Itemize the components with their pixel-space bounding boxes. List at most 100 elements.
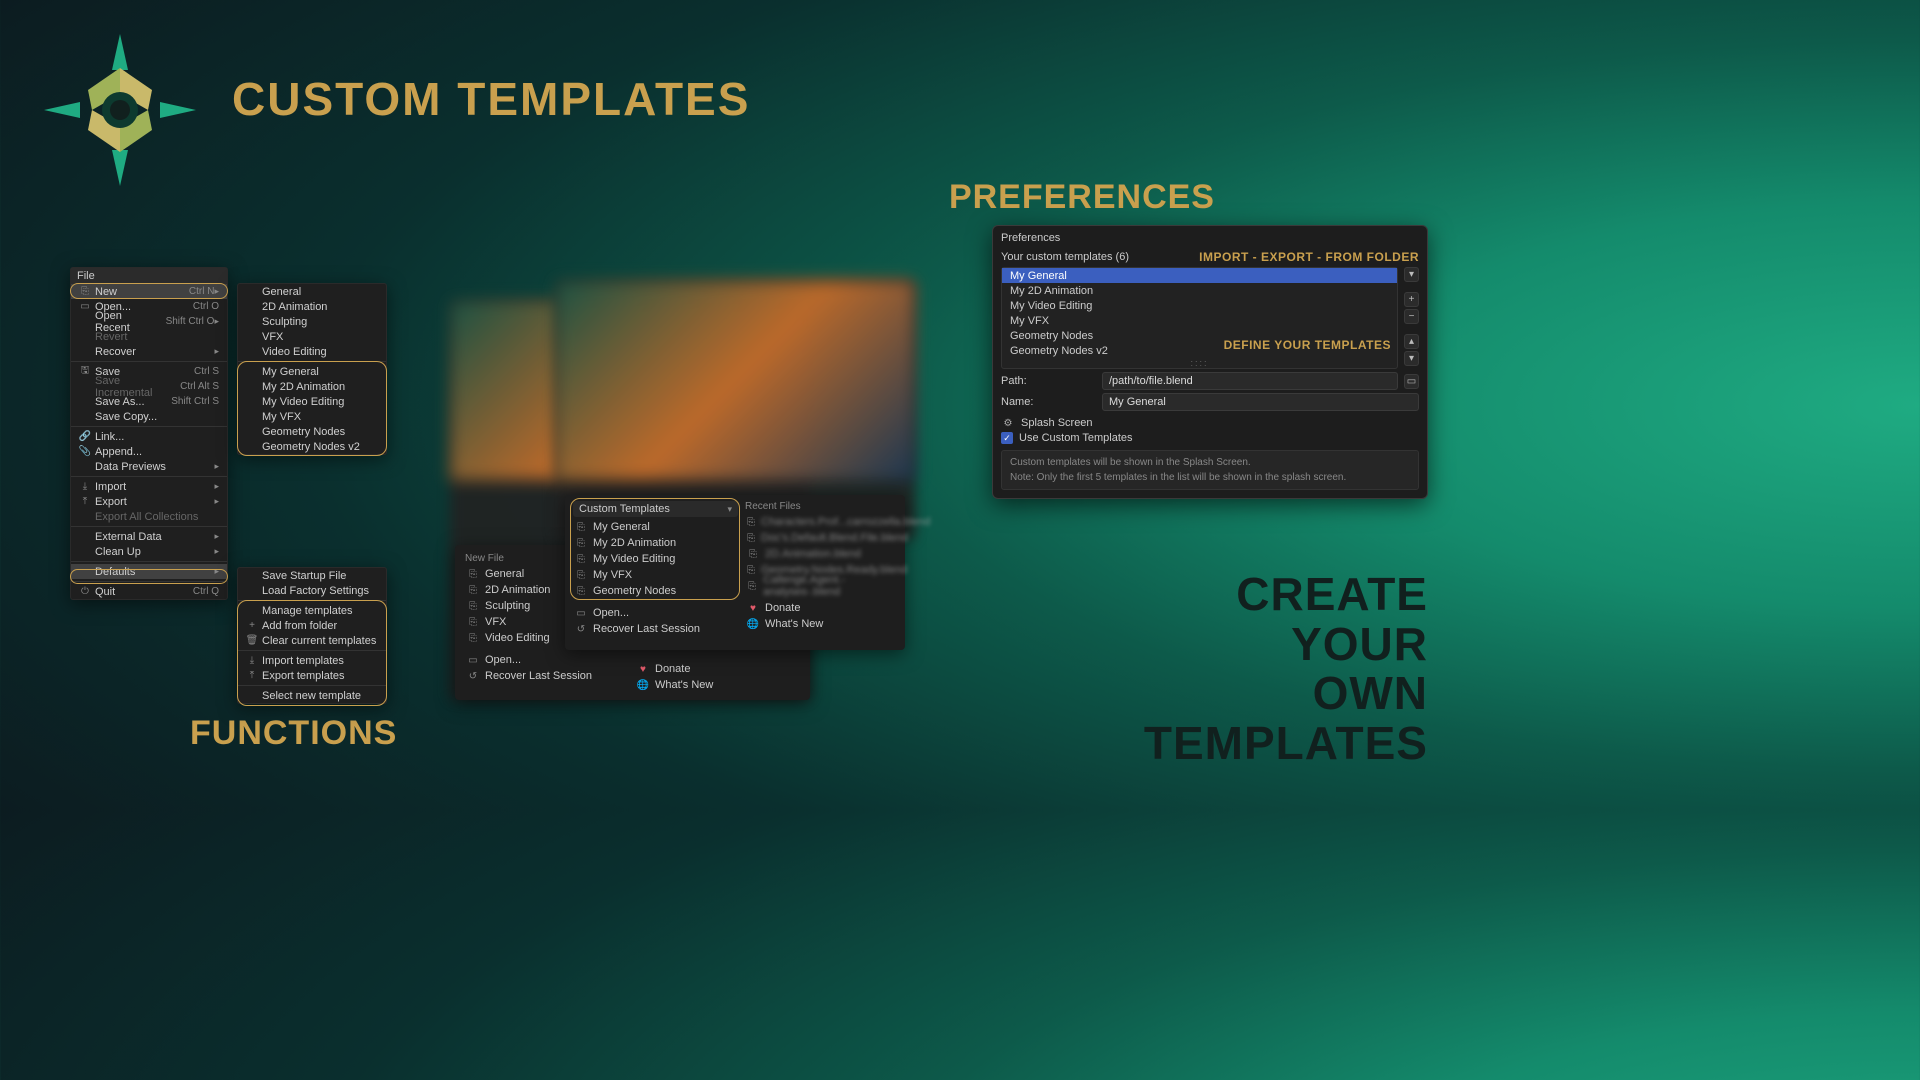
prefs-note: Custom templates will be shown in the Sp…	[1001, 450, 1419, 490]
template-row[interactable]: My Video Editing	[1002, 298, 1397, 313]
menu-item-new[interactable]: ⎘NewCtrl N▸	[71, 284, 227, 299]
add-template-button[interactable]: +	[1404, 292, 1419, 307]
splash2-recover[interactable]: ↺Recover Last Session	[573, 621, 738, 637]
defaults-clear-current-templates[interactable]: 🗑Clear current templates	[238, 633, 386, 648]
new-submenu[interactable]: General2D AnimationSculptingVFXVideo Edi…	[237, 283, 387, 455]
file-icon: ⎘	[467, 601, 479, 612]
file-icon: ⎘	[747, 549, 759, 560]
splash-donate[interactable]: ♥Donate	[635, 661, 800, 677]
new-general[interactable]: General	[238, 284, 386, 299]
new-video-editing[interactable]: Video Editing	[238, 344, 386, 359]
recent-file[interactable]: ⎘Callenge.Agent.-analyses-.blend	[745, 578, 900, 594]
name-field[interactable]: My General	[1102, 393, 1419, 411]
splash-custom-my-video-editing[interactable]: ⎘My Video Editing	[573, 551, 738, 567]
file-icon: ⎘	[467, 585, 479, 596]
splash-custom-my-2d-animation[interactable]: ⎘My 2D Animation	[573, 535, 738, 551]
remove-template-button[interactable]: −	[1404, 309, 1419, 324]
file-icon: ⎘	[747, 533, 755, 544]
new-my-general[interactable]: My General	[238, 364, 386, 379]
menu-item-revert[interactable]: Revert	[71, 329, 227, 344]
menu-item-external-data[interactable]: External Data▸	[71, 529, 227, 544]
menu-item-quit[interactable]: ⏻QuitCtrl Q	[71, 584, 227, 599]
new-my-video-editing[interactable]: My Video Editing	[238, 394, 386, 409]
menu-item-save-copy-[interactable]: Save Copy...	[71, 409, 227, 424]
templates-list[interactable]: My GeneralMy 2D AnimationMy Video Editin…	[1001, 267, 1398, 369]
gear-icon: ⚙	[1001, 418, 1015, 429]
preferences-heading: PREFERENCES	[949, 178, 1215, 217]
path-label: Path:	[1001, 375, 1096, 387]
file-menu[interactable]: File ⎘NewCtrl N▸▭Open...Ctrl OOpen Recen…	[70, 267, 228, 600]
defaults-add-from-folder[interactable]: +Add from folder	[238, 618, 386, 633]
template-row[interactable]: My General	[1002, 268, 1397, 283]
browse-path-button[interactable]: ▭	[1404, 374, 1419, 389]
folder-icon: ▭	[575, 608, 587, 619]
menu-item-clean-up[interactable]: Clean Up▸	[71, 544, 227, 559]
defaults-import-templates[interactable]: ⤓Import templates	[238, 653, 386, 668]
new-sculpting[interactable]: Sculpting	[238, 314, 386, 329]
file-icon: ⎘	[575, 522, 587, 533]
recent-file[interactable]: ⎘Doc's.Default.Blend.File.blend	[745, 530, 900, 546]
use-custom-templates-label: Use Custom Templates	[1019, 432, 1133, 444]
file-icon: ⎘	[467, 569, 479, 580]
menu-item-link-[interactable]: 🔗Link...	[71, 429, 227, 444]
name-label: Name:	[1001, 396, 1096, 408]
template-row[interactable]: My VFX	[1002, 313, 1397, 328]
template-row[interactable]: My 2D Animation	[1002, 283, 1397, 298]
defaults-save-startup-file[interactable]: Save Startup File	[238, 568, 386, 583]
defaults-export-templates[interactable]: ⤒Export templates	[238, 668, 386, 683]
new-geometry-nodes[interactable]: Geometry Nodes	[238, 424, 386, 439]
menu-item-open-recent[interactable]: Open RecentShift Ctrl O▸	[71, 314, 227, 329]
defaults-load-factory-settings[interactable]: Load Factory Settings	[238, 583, 386, 598]
splash-screen-section: Splash Screen	[1021, 417, 1093, 429]
move-down-button[interactable]: ▾	[1404, 351, 1419, 366]
file-icon: ⎘	[747, 581, 757, 592]
app-logo	[40, 30, 200, 190]
file-icon: ⎘	[575, 570, 587, 581]
splash-custom-my-general[interactable]: ⎘My General	[573, 519, 738, 535]
recent-files-heading: Recent Files	[745, 501, 900, 512]
new-vfx[interactable]: VFX	[238, 329, 386, 344]
menu-item-save-incremental[interactable]: Save IncrementalCtrl Alt S	[71, 379, 227, 394]
new-my-vfx[interactable]: My VFX	[238, 409, 386, 424]
heart-icon: ♥	[637, 664, 649, 675]
splash-custom-my-vfx[interactable]: ⎘My VFX	[573, 567, 738, 583]
new-my-2d-animation[interactable]: My 2D Animation	[238, 379, 386, 394]
splash-custom-geometry-nodes[interactable]: ⎘Geometry Nodes	[573, 583, 738, 599]
menu-item-save-as-[interactable]: Save As...Shift Ctrl S	[71, 394, 227, 409]
define-templates-label: DEFINE YOUR TEMPLATES	[1224, 338, 1391, 352]
functions-heading: FUNCTIONS	[190, 714, 397, 753]
new-geometry-nodes-v2[interactable]: Geometry Nodes v2	[238, 439, 386, 454]
page-title: CUSTOM TEMPLATES	[232, 72, 750, 126]
menu-item-export[interactable]: ⤒Export▸	[71, 494, 227, 509]
globe-icon: 🌐	[747, 619, 759, 630]
splash2-whatsnew[interactable]: 🌐What's New	[745, 616, 900, 632]
menu-item-export-all-collections[interactable]: Export All Collections	[71, 509, 227, 524]
splash2-open[interactable]: ▭Open...	[573, 605, 738, 621]
splash-whatsnew[interactable]: 🌐What's New	[635, 677, 800, 693]
globe-icon: 🌐	[637, 680, 649, 691]
recent-file[interactable]: ⎘2D.Animation.blend	[745, 546, 900, 562]
new-2d-animation[interactable]: 2D Animation	[238, 299, 386, 314]
splash-recover[interactable]: ↺Recover Last Session	[465, 668, 625, 684]
use-custom-templates-checkbox[interactable]: ✓	[1001, 432, 1013, 444]
menu-item-import[interactable]: ⤓Import▸	[71, 479, 227, 494]
defaults-submenu[interactable]: Save Startup FileLoad Factory Settings M…	[237, 567, 387, 704]
menu-item-defaults[interactable]: Defaults▸	[71, 564, 227, 579]
custom-templates-count: Your custom templates (6)	[1001, 251, 1129, 263]
recent-file[interactable]: ⎘Characters.Prof...carrozzella.blend	[745, 514, 900, 530]
file-icon: ⎘	[575, 538, 587, 549]
menu-item-recover[interactable]: Recover▸	[71, 344, 227, 359]
custom-templates-dropdown[interactable]: Custom Templates▾	[573, 501, 738, 517]
splash-open[interactable]: ▭Open...	[465, 652, 625, 668]
menu-item-select-new-template[interactable]: Select new template	[238, 688, 386, 703]
menu-item-data-previews[interactable]: Data Previews▸	[71, 459, 227, 474]
file-icon: ⎘	[467, 617, 479, 628]
splash2-donate[interactable]: ♥Donate	[745, 600, 900, 616]
path-field[interactable]: /path/to/file.blend	[1102, 372, 1398, 390]
prefs-title: Preferences	[1001, 232, 1419, 244]
list-menu-button[interactable]: ▾	[1404, 267, 1419, 282]
defaults-manage-templates[interactable]: Manage templates	[238, 603, 386, 618]
menu-item-append-[interactable]: 📎Append...	[71, 444, 227, 459]
file-menu-title: File	[71, 268, 227, 284]
move-up-button[interactable]: ▴	[1404, 334, 1419, 349]
